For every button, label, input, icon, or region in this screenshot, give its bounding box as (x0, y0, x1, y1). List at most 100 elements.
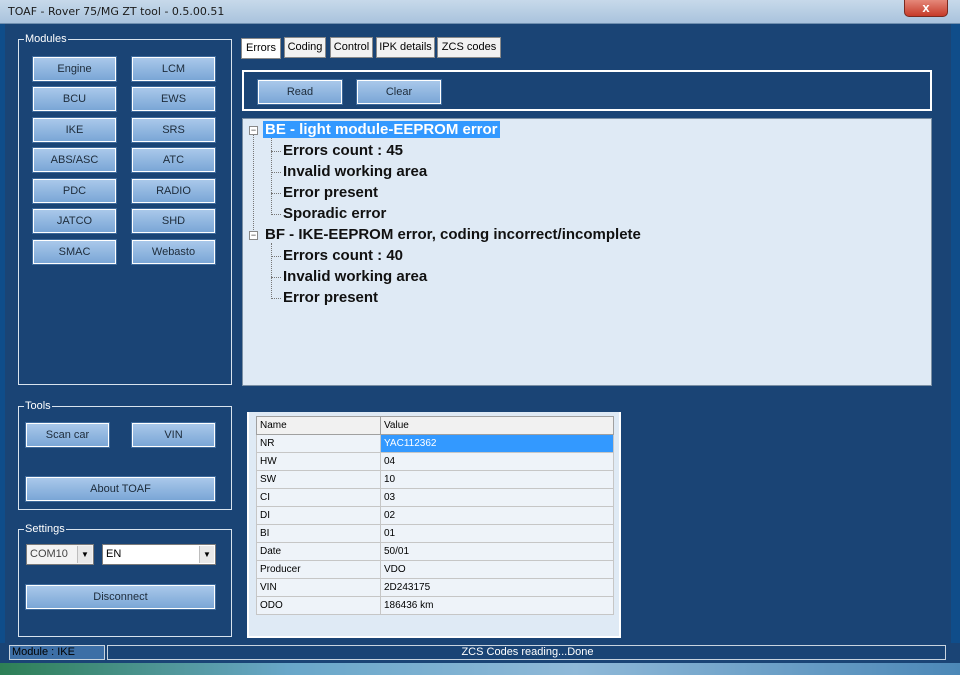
settings-group: Settings COM10 ▼ EN ▼ Disconnect (18, 522, 232, 637)
row-value: 01 (380, 524, 614, 543)
row-name: NR (256, 434, 381, 453)
tab-zcs-codes[interactable]: ZCS codes (437, 37, 501, 58)
tab-control[interactable]: Control (330, 37, 373, 58)
read-button[interactable]: Read (257, 79, 343, 105)
module-button-abs-asc[interactable]: ABS/ASC (32, 147, 117, 173)
module-button-ike[interactable]: IKE (32, 117, 117, 143)
module-button-radio[interactable]: RADIO (131, 178, 216, 204)
details-table[interactable]: Name Value NR YAC112362 HW 04 SW 10 CI 03 DI… (256, 416, 614, 615)
tree-node-detail[interactable]: Invalid working area (283, 163, 427, 180)
module-button-smac[interactable]: SMAC (32, 239, 117, 265)
table-row[interactable]: NR YAC112362 (256, 434, 614, 453)
status-module: Module : IKE (9, 645, 105, 660)
tree-node-detail[interactable]: Errors count : 45 (283, 142, 403, 159)
row-value: VDO (380, 560, 614, 579)
row-name: Date (256, 542, 381, 561)
table-row[interactable]: BI 01 (256, 524, 614, 543)
tab-errors[interactable]: Errors (241, 38, 281, 59)
tree-line (271, 256, 281, 257)
table-row[interactable]: CI 03 (256, 488, 614, 507)
tree-line (271, 243, 272, 299)
status-message: ZCS Codes reading...Done (107, 645, 946, 660)
module-button-lcm[interactable]: LCM (131, 56, 216, 82)
column-header-name[interactable]: Name (256, 416, 381, 435)
language-value: EN (106, 548, 122, 560)
table-row[interactable]: Date 50/01 (256, 542, 614, 561)
tree-node-detail[interactable]: Errors count : 40 (283, 247, 403, 264)
disconnect-button[interactable]: Disconnect (25, 584, 216, 610)
collapse-icon[interactable]: − (249, 231, 258, 240)
row-value: 02 (380, 506, 614, 525)
table-row[interactable]: DI 02 (256, 506, 614, 525)
details-panel: Name Value NR YAC112362 HW 04 SW 10 CI 03 DI… (247, 412, 621, 638)
module-button-pdc[interactable]: PDC (32, 178, 117, 204)
tools-group: Tools Scan car VIN About TOAF (18, 399, 232, 510)
module-button-shd[interactable]: SHD (131, 208, 216, 234)
chevron-down-icon[interactable]: ▼ (199, 546, 214, 563)
tree-line (271, 298, 281, 299)
table-row[interactable]: Producer VDO (256, 560, 614, 579)
row-name: Producer (256, 560, 381, 579)
close-icon: x (922, 0, 930, 15)
tree-line (271, 151, 281, 152)
module-button-engine[interactable]: Engine (32, 56, 117, 82)
module-button-jatco[interactable]: JATCO (32, 208, 117, 234)
row-name: VIN (256, 578, 381, 597)
row-name: CI (256, 488, 381, 507)
row-name: DI (256, 506, 381, 525)
scan-car-button[interactable]: Scan car (25, 422, 110, 448)
tree-node-detail[interactable]: Sporadic error (283, 205, 386, 222)
table-header-row: Name Value (256, 416, 614, 435)
table-row[interactable]: VIN 2D243175 (256, 578, 614, 597)
column-header-value[interactable]: Value (380, 416, 614, 435)
action-panel: Read Clear (242, 70, 932, 111)
tree-line (253, 135, 254, 236)
about-button[interactable]: About TOAF (25, 476, 216, 502)
tree-line (271, 277, 281, 278)
modules-legend: Modules (24, 32, 68, 46)
tools-legend: Tools (24, 399, 52, 413)
title-bar: TOAF - Rover 75/MG ZT tool - 0.5.00.51 x (0, 0, 960, 24)
clear-button[interactable]: Clear (356, 79, 442, 105)
main-window: Modules Engine LCM BCU EWS IKE SRS ABS/A… (5, 24, 951, 664)
tree-line (271, 172, 281, 173)
tree-line (271, 138, 272, 215)
row-value: 04 (380, 452, 614, 471)
module-button-ews[interactable]: EWS (131, 86, 216, 112)
row-value: 2D243175 (380, 578, 614, 597)
table-row[interactable]: ODO 186436 km (256, 596, 614, 615)
table-row[interactable]: HW 04 (256, 452, 614, 471)
com-port-select[interactable]: COM10 ▼ (26, 544, 94, 565)
row-name: ODO (256, 596, 381, 615)
row-value: YAC112362 (380, 434, 614, 453)
vin-button[interactable]: VIN (131, 422, 216, 448)
module-button-webasto[interactable]: Webasto (131, 239, 216, 265)
module-button-bcu[interactable]: BCU (32, 86, 117, 112)
close-button[interactable]: x (904, 0, 948, 17)
tree-node-error[interactable]: BE - light module-EEPROM error (263, 121, 500, 138)
tab-coding[interactable]: Coding (284, 37, 326, 58)
collapse-icon[interactable]: − (249, 126, 258, 135)
tree-node-error[interactable]: BF - IKE-EEPROM error, coding incorrect/… (265, 226, 641, 243)
tab-ipk-details[interactable]: IPK details (376, 37, 435, 58)
tree-node-detail[interactable]: Error present (283, 184, 378, 201)
tree-node-detail[interactable]: Error present (283, 289, 378, 306)
settings-legend: Settings (24, 522, 66, 536)
tree-node-detail[interactable]: Invalid working area (283, 268, 427, 285)
window-title: TOAF - Rover 75/MG ZT tool - 0.5.00.51 (8, 5, 225, 18)
row-name: BI (256, 524, 381, 543)
row-name: SW (256, 470, 381, 489)
row-name: HW (256, 452, 381, 471)
tree-line (271, 193, 281, 194)
tree-line (271, 214, 281, 215)
chevron-down-icon[interactable]: ▼ (77, 546, 92, 563)
language-select[interactable]: EN ▼ (102, 544, 216, 565)
modules-group: Modules Engine LCM BCU EWS IKE SRS ABS/A… (18, 32, 232, 385)
module-button-srs[interactable]: SRS (131, 117, 216, 143)
table-row[interactable]: SW 10 (256, 470, 614, 489)
com-port-value: COM10 (30, 548, 68, 560)
module-button-atc[interactable]: ATC (131, 147, 216, 173)
row-value: 10 (380, 470, 614, 489)
row-value: 186436 km (380, 596, 614, 615)
errors-tree[interactable]: − BE - light module-EEPROM error Errors … (242, 118, 932, 386)
